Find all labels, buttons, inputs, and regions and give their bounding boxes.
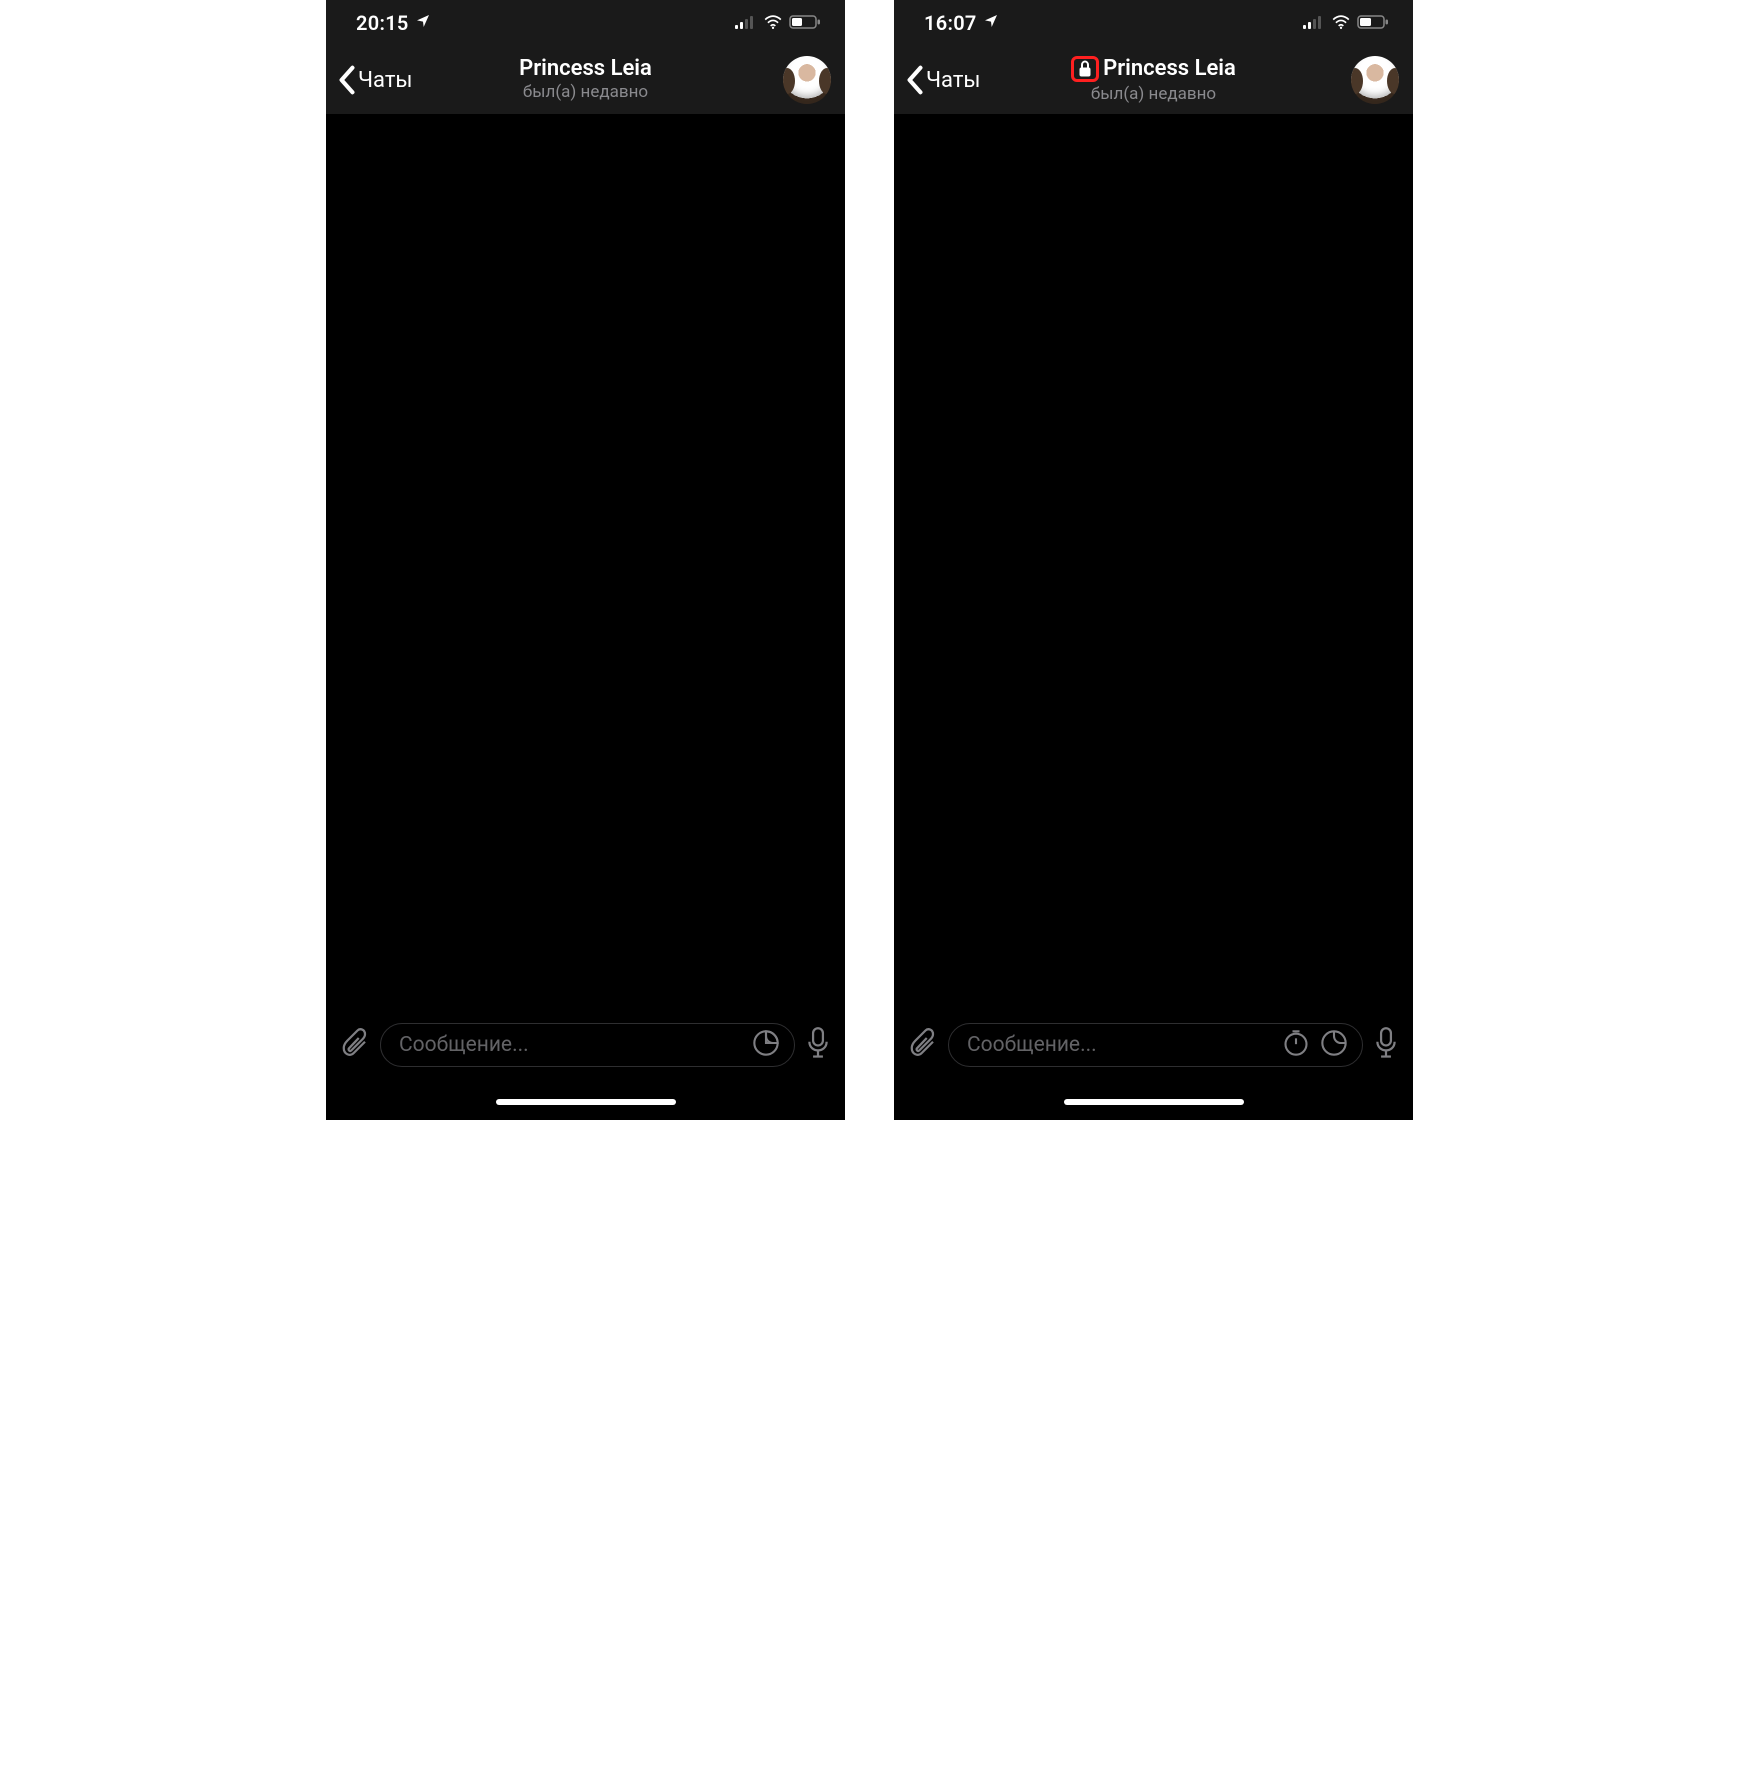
chat-status: был(а) недавно xyxy=(523,82,648,102)
location-icon xyxy=(983,13,999,33)
chat-footer: Сообщение... xyxy=(326,1006,845,1084)
chat-body[interactable] xyxy=(894,114,1413,1006)
attachment-icon[interactable] xyxy=(340,1028,370,1062)
back-label: Чаты xyxy=(926,68,981,93)
message-input[interactable]: Сообщение... xyxy=(948,1023,1363,1067)
chat-body[interactable] xyxy=(326,114,845,1006)
back-label: Чаты xyxy=(358,68,413,93)
wifi-icon xyxy=(1331,14,1351,33)
chevron-left-icon xyxy=(338,65,356,95)
status-left: 20:15 xyxy=(356,11,431,35)
chat-footer: Сообщение... xyxy=(894,1006,1413,1084)
battery-icon xyxy=(789,14,821,33)
avatar[interactable] xyxy=(783,56,831,104)
home-indicator-area xyxy=(894,1084,1413,1120)
chat-title: Princess Leia xyxy=(1103,58,1236,80)
header-title-group[interactable]: Princess Leia был(а) недавно xyxy=(456,58,716,102)
home-indicator[interactable] xyxy=(1064,1099,1244,1105)
back-button[interactable]: Чаты xyxy=(906,65,981,95)
lock-icon xyxy=(1078,60,1092,78)
back-button[interactable]: Чаты xyxy=(338,65,413,95)
avatar[interactable] xyxy=(1351,56,1399,104)
status-bar: 16:07 xyxy=(894,0,1413,46)
message-placeholder: Сообщение... xyxy=(399,1033,529,1057)
message-placeholder: Сообщение... xyxy=(967,1033,1097,1057)
home-indicator-area xyxy=(326,1084,845,1120)
chevron-left-icon xyxy=(906,65,924,95)
home-indicator[interactable] xyxy=(496,1099,676,1105)
chat-title: Princess Leia xyxy=(519,58,652,80)
timer-icon[interactable] xyxy=(1282,1029,1310,1061)
status-time: 20:15 xyxy=(356,11,409,35)
battery-icon xyxy=(1357,14,1389,33)
sticker-icon[interactable] xyxy=(1320,1029,1348,1061)
status-right xyxy=(735,14,821,33)
signal-icon xyxy=(735,14,757,33)
signal-icon xyxy=(1303,14,1325,33)
chat-header: Чаты Princess Leia был(а) недавно xyxy=(326,46,845,114)
lock-highlight xyxy=(1071,56,1099,82)
header-title-group[interactable]: Princess Leia был(а) недавно xyxy=(1024,56,1284,104)
attachment-icon[interactable] xyxy=(908,1028,938,1062)
message-input[interactable]: Сообщение... xyxy=(380,1023,795,1067)
sticker-icon[interactable] xyxy=(752,1029,780,1061)
screenshot-pair: 20:15 xyxy=(326,0,1413,1120)
status-left: 16:07 xyxy=(924,11,999,35)
phone-screen-right: 16:07 xyxy=(894,0,1413,1120)
wifi-icon xyxy=(763,14,783,33)
status-time: 16:07 xyxy=(924,11,977,35)
status-bar: 20:15 xyxy=(326,0,845,46)
location-icon xyxy=(415,13,431,33)
phone-screen-left: 20:15 xyxy=(326,0,845,1120)
mic-icon[interactable] xyxy=(805,1027,831,1063)
chat-header: Чаты Princess Leia был(а) недавно xyxy=(894,46,1413,114)
chat-status: был(а) недавно xyxy=(1091,84,1216,104)
status-right xyxy=(1303,14,1389,33)
mic-icon[interactable] xyxy=(1373,1027,1399,1063)
